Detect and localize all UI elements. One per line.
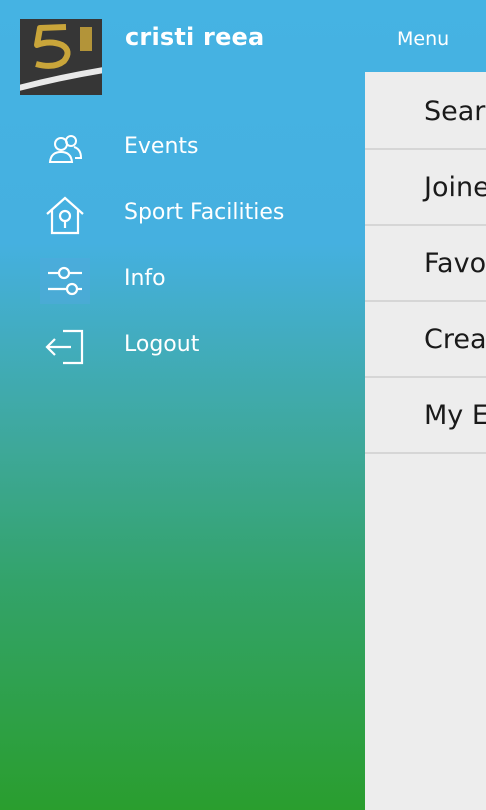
nav-item-label: Logout [124,332,200,357]
menu-title: Menu [397,28,450,50]
list-item-joined[interactable]: Joine [365,150,486,226]
avatar[interactable] [20,19,102,95]
app-screen: cristi reea Menu Events Sport Facilities… [0,0,486,810]
list-item-my-events[interactable]: My E [365,378,486,454]
list-item-search[interactable]: Sear [365,74,486,150]
list-item-label: Sear [424,96,486,127]
logout-icon [40,324,90,370]
nav-item-info[interactable]: Info [0,250,365,312]
nav-item-label: Info [124,266,166,291]
list-item-label: Crea [424,324,486,355]
nav-item-logout[interactable]: Logout [0,316,365,378]
house-icon [40,192,90,238]
sliders-icon [40,258,90,304]
avatar-image [20,19,102,95]
list-item-create[interactable]: Crea [365,302,486,378]
list-item-label: My E [424,400,486,431]
list-item-favorites[interactable]: Favo [365,226,486,302]
nav-item-label: Events [124,134,199,159]
nav-item-label: Sport Facilities [124,200,285,225]
header: cristi reea Menu [0,0,486,95]
nav-item-events[interactable]: Events [0,118,365,180]
content-panel: Sear Joine Favo Crea My E [365,72,486,810]
nav-item-sport-facilities[interactable]: Sport Facilities [0,184,365,246]
username: cristi reea [125,23,265,51]
list-item-label: Favo [424,248,486,279]
list-item-label: Joine [424,172,486,203]
people-icon [40,126,90,172]
